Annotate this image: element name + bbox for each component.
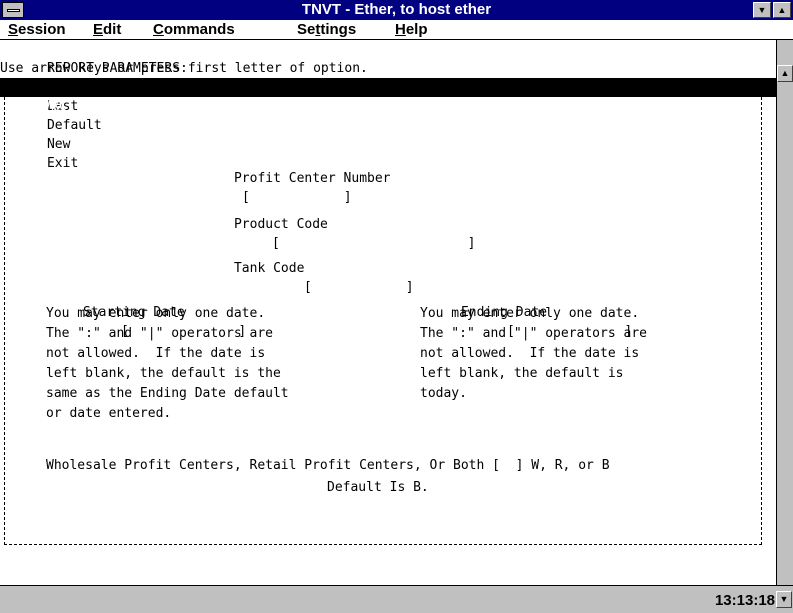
status-clock: 13:13:18 (714, 592, 775, 609)
end-help-line: You may enter only one date. (420, 306, 640, 321)
profit-center-row: Profit Center Number [ ] (187, 150, 391, 205)
maximize-button[interactable]: ▲ (773, 2, 791, 18)
end-help-line: not allowed. If the date is (420, 346, 640, 361)
end-help-line: today. (420, 386, 467, 401)
menu-session-rest: ession (18, 21, 66, 38)
title-bar: TNVT - Ether, to host ether ▼ ▲ (0, 0, 793, 20)
menu-session-mnemonic: S (8, 21, 19, 38)
window-title: TNVT - Ether, to host ether (301, 1, 492, 18)
report-parameters-line: REPORT PARAMETERS: Last Default New Exit (0, 40, 188, 171)
terminal-screen[interactable]: REPORT PARAMETERS: Last Default New Exit… (0, 40, 776, 585)
menu-help-mnemonic: H (395, 21, 406, 38)
scroll-down-button[interactable]: ▼ (776, 591, 792, 608)
wholesale-retail-prompt[interactable]: Wholesale Profit Centers, Retail Profit … (46, 456, 610, 475)
menu-settings[interactable]: Settings (297, 21, 356, 39)
menu-edit-rest: dit (103, 21, 122, 38)
menu-help-rest: elp (405, 21, 428, 38)
terminal-window: TNVT - Ether, to host ether ▼ ▲ Session … (0, 0, 793, 613)
start-help-line: left blank, the default is the (46, 366, 281, 381)
status-bar: 13:13:18 ▼ (0, 585, 793, 613)
scroll-up-button[interactable]: ▲ (777, 65, 793, 82)
end-help-line: left blank, the default is (420, 366, 624, 381)
menu-edit[interactable]: Edit (93, 21, 121, 39)
end-help-line: The ":" and "|" operators are (420, 326, 647, 341)
menu-session[interactable]: Session (8, 21, 66, 39)
menu-commands-rest: ommands (163, 21, 235, 38)
product-code-label: Product Code (233, 217, 328, 232)
start-help-line: or date entered. (46, 406, 172, 421)
start-help-line: The ":" and "|" operators are (46, 326, 273, 341)
menu-settings-rest: tings (320, 21, 357, 38)
menu-help[interactable]: Help (395, 21, 428, 39)
product-code-row: Product Code [ ] (187, 196, 476, 251)
menu-settings-pre: Se (297, 21, 316, 38)
menu-commands[interactable]: Commands (153, 21, 235, 39)
starting-date-row: Starting Date [ ] (36, 284, 246, 339)
screen-header-bar: FMRINVRC Inventory Reconciliation Help =… (0, 78, 776, 152)
start-help-line: same as the Ending Date default (46, 386, 289, 401)
tank-code-row: Tank Code [ ] (187, 240, 414, 295)
menu-edit-mnemonic: E (93, 21, 104, 38)
tank-code-field[interactable]: [ ] (304, 280, 414, 295)
minimize-button[interactable]: ▼ (753, 2, 771, 18)
hint-line: Use arrow keys or press first letter of … (0, 61, 368, 76)
ending-date-row: Ending Date [ ] (414, 284, 632, 339)
profit-center-label: Profit Center Number (233, 171, 391, 186)
menu-commands-mnemonic: C (153, 21, 164, 38)
start-help-line: You may enter only one date. (46, 306, 266, 321)
default-note: Default Is B. (327, 480, 429, 495)
start-help-line: not allowed. If the date is (46, 346, 266, 361)
tank-code-label: Tank Code (233, 261, 305, 276)
vertical-scrollbar[interactable]: ▲ (776, 40, 793, 585)
menu-bar: Session Edit Commands Settings Help (0, 20, 793, 40)
